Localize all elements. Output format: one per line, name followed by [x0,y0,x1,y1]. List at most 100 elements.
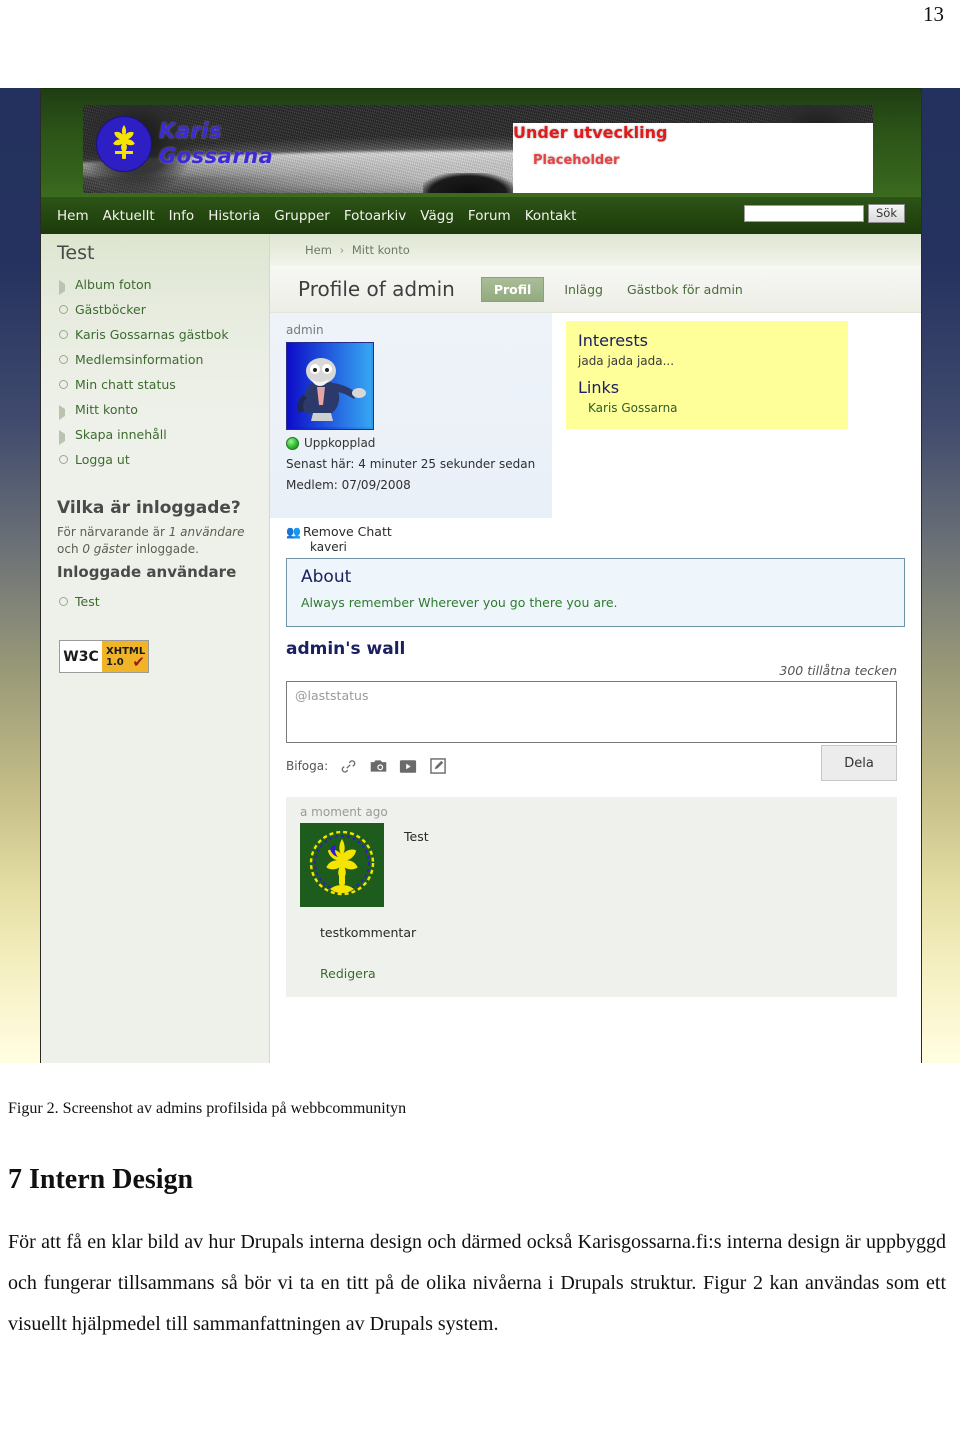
document-page: 13 Karis Gossarna Under utveckling Place… [0,0,960,1456]
sidebar-item-label: Karis Gossarnas gästbok [75,327,229,342]
nav-item-fotoarkiv[interactable]: Fotoarkiv [344,208,406,224]
sidebar-item-label: Skapa innehåll [75,427,167,442]
profile-tabs: Profil Inlägg Gästbok för admin [480,276,747,302]
sidebar-item-medlemsinformation[interactable]: Medlemsinformation [57,347,253,372]
online-line2-suffix: inloggade. [132,542,199,556]
fleur-de-lis-icon [97,117,151,171]
sidebar-item-mitt-konto[interactable]: Mitt konto [57,397,253,422]
avatar[interactable] [286,342,374,430]
left-sidebar: Test Album foton Gästböcker Karis Gossar… [41,234,270,1063]
nav-item-kontakt[interactable]: Kontakt [525,208,577,224]
chat-subtext: kaveri [310,540,347,554]
circle-icon [59,355,68,364]
site-logo[interactable] [97,117,151,171]
search-button[interactable]: Sök [868,204,905,223]
sidebar-item-skapa-innehall[interactable]: Skapa innehåll [57,422,253,447]
sidebar-item-gastbocker[interactable]: Gästböcker [57,297,253,322]
triangle-icon [59,405,72,420]
camera-icon[interactable] [368,757,388,775]
circle-icon [59,380,68,389]
profile-info-column: admin Uppkopplad Senast här: 4 minuter 2… [270,313,552,518]
post-avatar[interactable] [300,823,384,907]
remove-chat-row[interactable]: 👥 Remove Chatt [270,518,921,539]
nav-item-forum[interactable]: Forum [468,208,511,224]
post-edit-link[interactable]: Redigera [320,966,885,981]
note-icon[interactable] [428,757,448,775]
page-number: 13 [923,2,944,26]
online-line1-prefix: För närvarande är [57,525,169,539]
triangle-icon [59,430,72,445]
about-title: About [301,567,352,587]
page-title: Profile of admin [298,277,455,301]
sidebar-item-label: Gästböcker [75,302,146,317]
logo-line-2: Gossarna [159,144,274,168]
checkmark-icon: ✔ [132,653,145,671]
online-status: Uppkopplad [286,436,552,450]
sidebar-item-min-chatt-status[interactable]: Min chatt status [57,372,253,397]
logged-in-users-title: Inloggade användare [57,563,237,581]
profile-link-item[interactable]: Karis Gossarna [588,401,836,415]
attach-label: Bifoga: [286,759,329,773]
sidebar-item-album-foton[interactable]: Album foton [57,272,253,297]
nav-item-info[interactable]: Info [169,208,195,224]
site-body: Hem › Mitt konto Test Album foton Gästbö… [41,234,921,1063]
main-content: Profile of admin Profil Inlägg Gästbok f… [270,266,921,1063]
profile-username: admin [286,323,324,337]
sidebar-item-label: Logga ut [75,452,130,467]
logged-in-user-label: Test [75,594,100,609]
breadcrumb-home[interactable]: Hem [305,243,332,257]
site-logo-text: Karis Gossarna [159,119,273,169]
online-user-count: 1 användare [168,525,245,539]
nav-item-hem[interactable]: Hem [57,208,89,224]
breadcrumb-current: Mitt konto [351,243,410,257]
video-icon[interactable] [398,757,418,775]
interests-links-panel: Interests jada jada jada... Links Karis … [566,321,848,429]
interests-title: Interests [578,331,648,350]
figure-caption: Figur 2. Screenshot av admins profilsida… [8,1100,407,1117]
share-button[interactable]: Dela [821,745,897,781]
who-is-online-text: För närvarande är 1 användare och 0 gäst… [57,524,253,558]
document-text: Figur 2. Screenshot av admins profilsida… [0,1100,960,1345]
logged-in-user-item[interactable]: Test [57,589,253,614]
nav-item-vagg[interactable]: Vägg [420,208,454,224]
nav-item-aktuellt[interactable]: Aktuellt [103,208,155,224]
last-seen: Senast här: 4 minuter 25 sekunder sedan [286,457,536,471]
body-paragraph: För att få en klar bild av hur Drupals i… [8,1231,946,1335]
wall-title: admin's wall [286,639,406,659]
sidebar-title: Test [57,242,95,264]
nav-item-grupper[interactable]: Grupper [274,208,330,224]
interests-text: jada jada jada... [578,354,675,368]
wall-post: a moment ago Test testkommentar Redigera [286,797,897,997]
tab-inlagg[interactable]: Inlägg [560,279,607,300]
remove-chat-label: Remove Chatt [302,524,392,539]
w3c-xhtml-badge[interactable]: W3C XHTML 1.0 ✔ [59,640,149,673]
wall-status-input[interactable]: @laststatus [286,681,897,743]
logo-line-1: Karis [159,119,222,143]
link-icon[interactable] [338,757,358,775]
site-header: Karis Gossarna Under utveckling Placehol… [41,88,921,234]
main-navigation: Hem Aktuellt Info Historia Grupper Fotoa… [41,197,921,234]
post-header-row: Test [300,823,885,907]
sidebar-item-karis-gossarnas-gastbok[interactable]: Karis Gossarnas gästbok [57,322,253,347]
composer-toolbar: Bifoga: Dela [286,745,897,783]
search-input[interactable] [744,205,864,222]
breadcrumb: Hem › Mitt konto [305,243,410,257]
website-canvas: Karis Gossarna Under utveckling Placehol… [40,88,922,1063]
profile-columns: admin Uppkopplad Senast här: 4 minuter 2… [270,313,921,518]
member-since: Medlem: 07/09/2008 [286,478,411,492]
sidebar-item-logga-ut[interactable]: Logga ut [57,447,253,472]
online-line2-prefix: och [57,542,83,556]
post-author: Test [404,829,429,844]
people-icon: 👥 [286,524,301,539]
allowed-characters-counter: 300 tillåtna tecken [779,663,897,678]
tab-gastbok[interactable]: Gästbok för admin [623,279,747,300]
sidebar-item-label: Mitt konto [75,402,138,417]
online-status-label: Uppkopplad [304,436,376,450]
online-status-icon [286,436,299,450]
about-box: About Always remember Wherever you go th… [286,558,905,627]
banner-subtext: Placeholder [533,153,620,168]
online-guest-count: 0 gäster [82,542,133,556]
tab-profil[interactable]: Profil [480,276,545,302]
nav-item-historia[interactable]: Historia [208,208,260,224]
profile-extra-column: Interests jada jada jada... Links Karis … [552,313,921,518]
